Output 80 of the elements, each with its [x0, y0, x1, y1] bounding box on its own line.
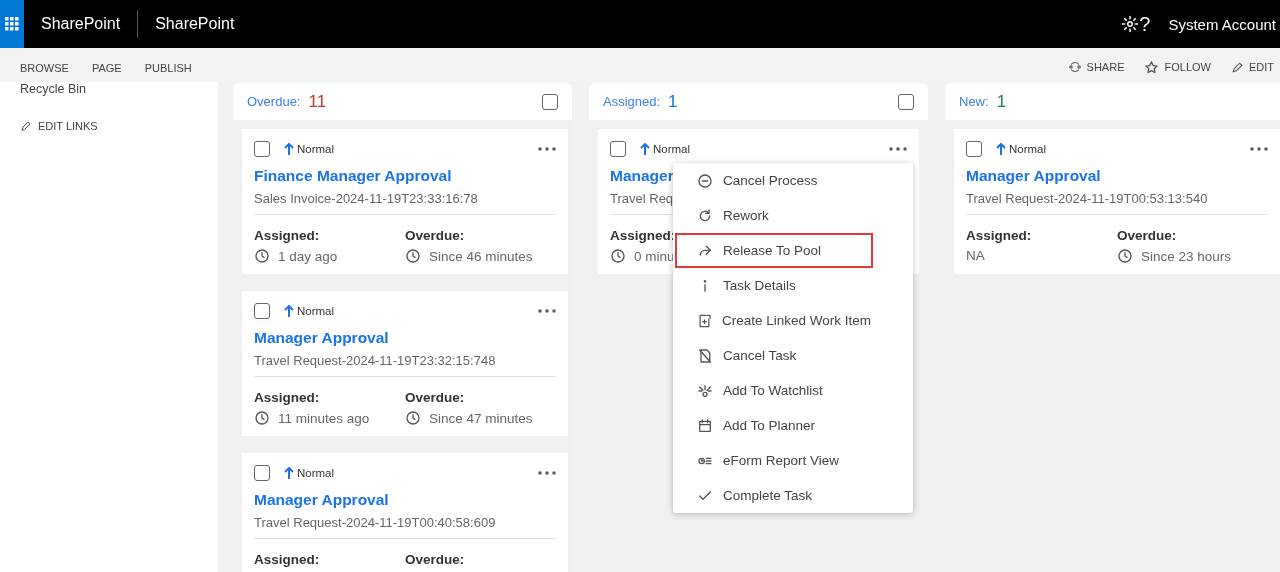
ribbon-tab[interactable]: PAGE: [91, 62, 122, 74]
field-label: Overdue:: [405, 552, 466, 567]
minus-circle-icon: [697, 172, 713, 189]
checkbox[interactable]: [254, 465, 270, 481]
column-label: Assigned:: [603, 94, 661, 109]
user-name[interactable]: System Account: [1156, 15, 1280, 33]
arrow-up-icon: [640, 143, 650, 155]
pencil-icon: [1230, 60, 1244, 74]
clock-icon: [254, 410, 270, 426]
calendar-icon: [697, 417, 713, 434]
column-count: 1: [668, 91, 678, 112]
task-reference: Sales Invoice-2024-11-19T23:33:16:78: [254, 191, 556, 215]
task-title-link[interactable]: Manager Approval: [254, 491, 556, 509]
field-label: Assigned:: [610, 228, 677, 243]
task-reference: Travel Request-2024-11-19T00:53:13:540: [966, 191, 1268, 215]
checkbox[interactable]: [610, 141, 626, 157]
more-icon[interactable]: [538, 471, 556, 475]
more-icon[interactable]: [538, 147, 556, 151]
priority-text: Normal: [1009, 143, 1047, 155]
field-label: Assigned:: [254, 228, 321, 243]
priority-text: Normal: [653, 143, 691, 155]
field-value: NA: [966, 248, 985, 263]
more-icon[interactable]: [1250, 147, 1268, 151]
field-label: Overdue:: [405, 390, 466, 405]
site-title[interactable]: SharePoint: [138, 15, 252, 33]
ribbon-action[interactable]: SHARE: [1067, 60, 1125, 74]
share-icon: [1067, 60, 1082, 74]
clock-icon: [405, 248, 421, 264]
task-title-link[interactable]: Finance Manager Approval: [254, 167, 556, 185]
priority-text: Normal: [297, 143, 335, 155]
task-reference: Travel Request-2024-11-19T00:40:58:609: [254, 515, 556, 539]
add-document-icon: [697, 312, 712, 329]
more-icon[interactable]: [538, 309, 556, 313]
app-title[interactable]: SharePoint: [24, 15, 138, 33]
menu-item[interactable]: Release To Pool: [675, 233, 873, 268]
clock-icon: [254, 248, 270, 264]
priority-text: Normal: [297, 467, 335, 479]
field-label: Assigned:: [966, 228, 1033, 243]
column-count: 1: [996, 91, 1007, 112]
field-label: Overdue:: [405, 228, 466, 243]
help-button[interactable]: ?: [1139, 12, 1157, 36]
pencil-icon: [20, 120, 32, 132]
checkbox[interactable]: [254, 141, 270, 157]
ribbon-tab[interactable]: PUBLISH: [144, 62, 192, 74]
arrow-up-icon: [284, 143, 294, 155]
app-launcher-icon[interactable]: [0, 0, 24, 48]
checkbox[interactable]: [966, 141, 982, 157]
field-label: Assigned:: [254, 552, 321, 567]
field-label: Assigned:: [254, 390, 321, 405]
edit-links[interactable]: EDIT LINKS: [20, 120, 218, 132]
clock-icon: [610, 248, 626, 264]
column-count: 11: [308, 91, 327, 112]
arrow-up-icon: [284, 305, 294, 317]
field-value: Since 47 minutes: [429, 410, 533, 426]
field-value: 11 minutes ago: [278, 410, 370, 426]
refresh-icon: [697, 207, 713, 224]
task-title-link[interactable]: Manager Approval: [254, 329, 556, 347]
column-label: Overdue:: [247, 94, 301, 109]
ribbon-action[interactable]: EDIT: [1230, 60, 1274, 74]
nav-link[interactable]: Recycle Bin: [20, 82, 218, 96]
clock-icon: [405, 410, 421, 426]
field-value: Since 23 hours: [1141, 248, 1232, 264]
select-all-checkbox[interactable]: [542, 93, 558, 110]
arrow-up-icon: [996, 143, 1006, 155]
task-title-link[interactable]: Manager Approval: [966, 167, 1268, 185]
field-value: Since 46 minutes: [429, 248, 533, 264]
document-slash-icon: [697, 347, 713, 364]
checkbox[interactable]: [254, 303, 270, 319]
task-reference: Travel Request-2024-11-19T23:32:15:748: [254, 353, 556, 377]
priority-text: Normal: [297, 305, 335, 317]
star-icon: [1144, 59, 1160, 75]
column-label: New:: [959, 94, 989, 109]
ribbon-tab[interactable]: BROWSE: [20, 62, 69, 74]
clock-icon: [1117, 248, 1133, 264]
field-label: Overdue:: [1117, 228, 1178, 243]
ribbon-action[interactable]: FOLLOW: [1144, 59, 1211, 75]
more-icon[interactable]: [889, 147, 907, 151]
arrow-up-icon: [284, 467, 294, 479]
select-all-checkbox[interactable]: [898, 93, 914, 110]
field-value: 1 day ago: [278, 248, 338, 264]
